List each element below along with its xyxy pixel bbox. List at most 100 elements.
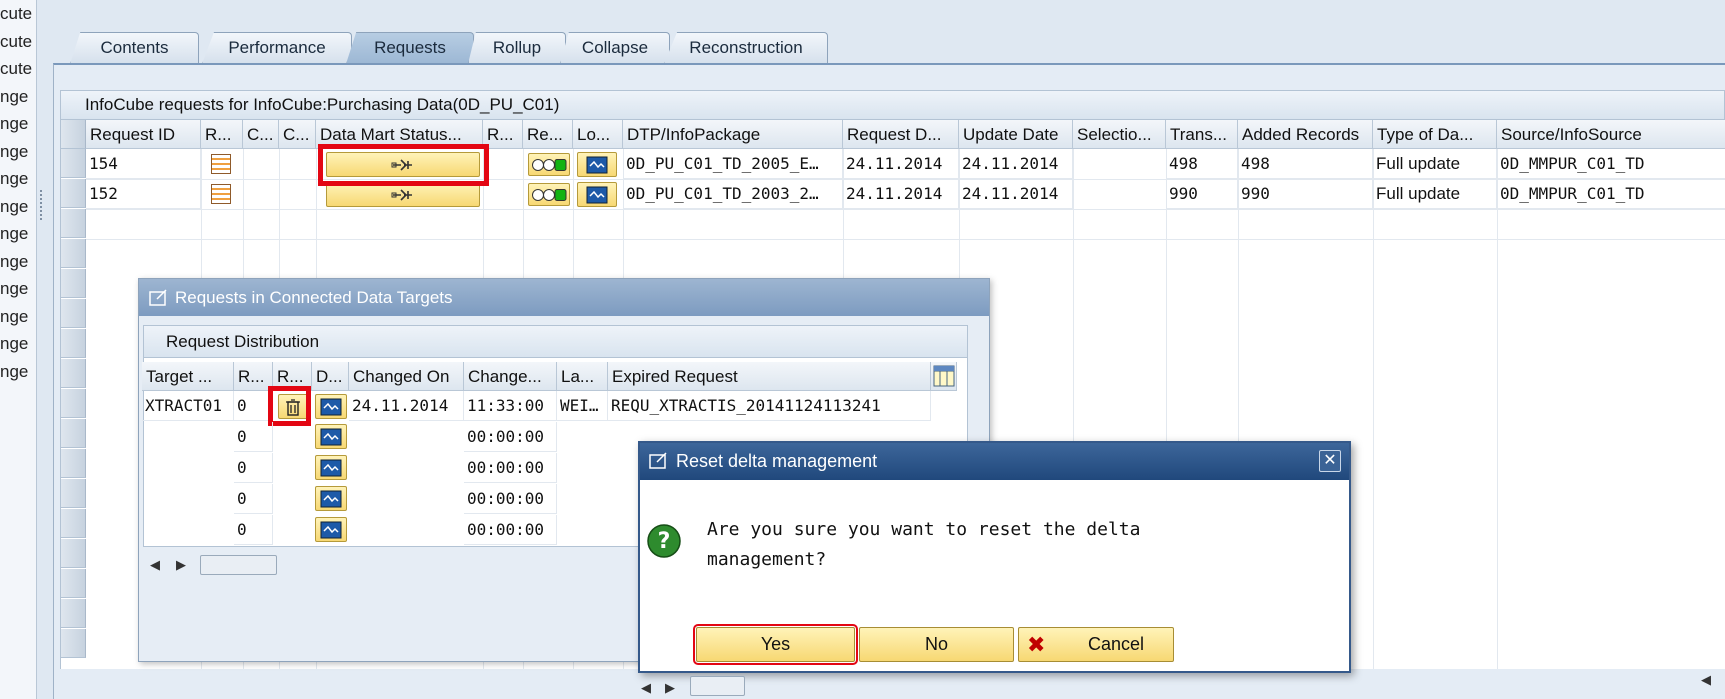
row-selector[interactable] [61,599,86,628]
tab-performance[interactable]: Performance [202,32,352,64]
left-strip-item[interactable]: cute [0,28,36,56]
row-selector[interactable] [61,389,86,418]
cell-transferred[interactable]: 990 [1166,179,1238,209]
column-header[interactable]: Request ID [86,120,201,149]
left-strip-item[interactable]: nge [0,110,36,138]
column-header[interactable]: Re... [523,120,573,149]
cell-dtp[interactable]: 0D_PU_C01_TD_2005_E… [623,149,843,179]
column-header[interactable]: Expired Request [608,362,931,391]
row-selector[interactable] [61,419,86,448]
log-button[interactable] [577,152,617,177]
left-strip-item[interactable]: nge [0,165,36,193]
row-selector[interactable] [61,449,86,478]
row-selector[interactable] [61,629,86,658]
request-details-icon[interactable] [211,184,231,204]
traffic-light-status-icon[interactable] [528,183,570,206]
column-header[interactable]: Change... [464,362,557,391]
left-strip-item[interactable]: cute [0,55,36,83]
tab-collapse[interactable]: Collapse [560,32,670,64]
yes-button[interactable]: Yes [693,624,858,665]
left-strip-item[interactable]: cute [0,0,36,28]
row-selector[interactable] [61,569,86,598]
left-strip-item[interactable]: nge [0,193,36,221]
cell-added-records[interactable]: 498 [1238,149,1373,179]
scroll-right-arrow[interactable]: ▶ [665,680,675,696]
column-header[interactable]: La... [557,362,608,391]
splitter-handle[interactable] [40,190,44,220]
scroll-left-arrow[interactable]: ◀ [641,680,651,696]
cell-expired-request[interactable]: REQU_XTRACTIS_20141124113241 [608,391,931,421]
column-header[interactable]: Target ... [142,362,234,391]
cell-update-date[interactable]: 24.11.2014 [959,179,1073,209]
row-selector[interactable] [61,359,86,388]
cell-change-time[interactable]: 11:33:00 [464,391,557,421]
row-selector[interactable] [61,269,86,298]
row-selector[interactable] [61,149,86,178]
monitor-button[interactable] [315,486,347,511]
cell-r[interactable]: 0 [234,422,273,452]
monitor-button[interactable] [315,394,347,419]
row-selector[interactable] [61,479,86,508]
left-strip-item[interactable]: nge [0,330,36,358]
cell-type[interactable]: Full update [1373,179,1497,209]
cell-change-time[interactable]: 00:00:00 [464,453,557,483]
select-all-corner[interactable] [61,120,86,149]
cell-update-date[interactable]: 24.11.2014 [959,149,1073,179]
tab-requests[interactable]: Requests [346,32,474,64]
left-strip-item[interactable]: nge [0,303,36,331]
column-header[interactable]: Added Records [1238,120,1373,149]
column-header[interactable]: Changed On [349,362,464,391]
close-icon[interactable]: ✕ [1319,450,1341,472]
column-header[interactable]: C... [243,120,279,149]
cell-request-date[interactable]: 24.11.2014 [843,179,959,209]
column-header[interactable]: Source/InfoSource [1497,120,1725,149]
column-settings-button[interactable] [931,362,957,391]
cell-r[interactable]: 0 [234,484,273,514]
row-selector[interactable] [61,509,86,538]
scroll-thumb[interactable] [200,555,277,575]
cell-source[interactable]: 0D_MMPUR_C01_TD [1497,179,1725,209]
row-selector[interactable] [61,239,86,268]
no-button[interactable]: No [859,627,1014,662]
left-strip-item[interactable]: nge [0,275,36,303]
column-header[interactable]: Selectio... [1073,120,1166,149]
column-header[interactable]: C... [279,120,316,149]
cell-change-time[interactable]: 00:00:00 [464,422,557,452]
cell-source[interactable]: 0D_MMPUR_C01_TD [1497,149,1725,179]
tab-contents[interactable]: Contents [70,32,199,64]
column-header[interactable]: DTP/InfoPackage [623,120,843,149]
cell-type[interactable]: Full update [1373,149,1497,179]
row-selector[interactable] [61,539,86,568]
left-strip-item[interactable]: nge [0,358,36,386]
cell-request-date[interactable]: 24.11.2014 [843,149,959,179]
tab-reconstruction[interactable]: Reconstruction [664,32,828,64]
log-button[interactable] [577,182,617,207]
left-strip-item[interactable]: nge [0,220,36,248]
monitor-button[interactable] [315,424,347,449]
scroll-left-arrow[interactable]: ◀ [150,557,160,573]
cell-r[interactable]: 0 [234,453,273,483]
column-header[interactable]: R... [201,120,243,149]
cell-r[interactable]: 0 [234,515,273,545]
request-details-icon[interactable] [211,154,231,174]
column-header[interactable]: Lo... [573,120,623,149]
cell-change-time[interactable]: 00:00:00 [464,515,557,545]
cell-changed-on[interactable]: 24.11.2014 [349,391,464,421]
scroll-thumb[interactable] [690,676,745,696]
cell-dtp[interactable]: 0D_PU_C01_TD_2003_2… [623,179,843,209]
left-strip-item[interactable]: nge [0,83,36,111]
row-selector[interactable] [61,329,86,358]
left-strip-item[interactable]: nge [0,248,36,276]
cell-la[interactable]: WEI… [557,391,608,421]
cell-transferred[interactable]: 498 [1166,149,1238,179]
left-strip-item[interactable]: nge [0,138,36,166]
column-header[interactable]: D... [312,362,349,391]
cell-request-id[interactable]: 154 [86,149,201,179]
column-header[interactable]: Type of Da... [1373,120,1497,149]
column-header[interactable]: Trans... [1166,120,1238,149]
cell-change-time[interactable]: 00:00:00 [464,484,557,514]
row-selector[interactable] [61,299,86,328]
row-selector[interactable] [61,179,86,208]
column-header[interactable]: Request D... [843,120,959,149]
scroll-right-arrow[interactable]: ▶ [176,557,186,573]
